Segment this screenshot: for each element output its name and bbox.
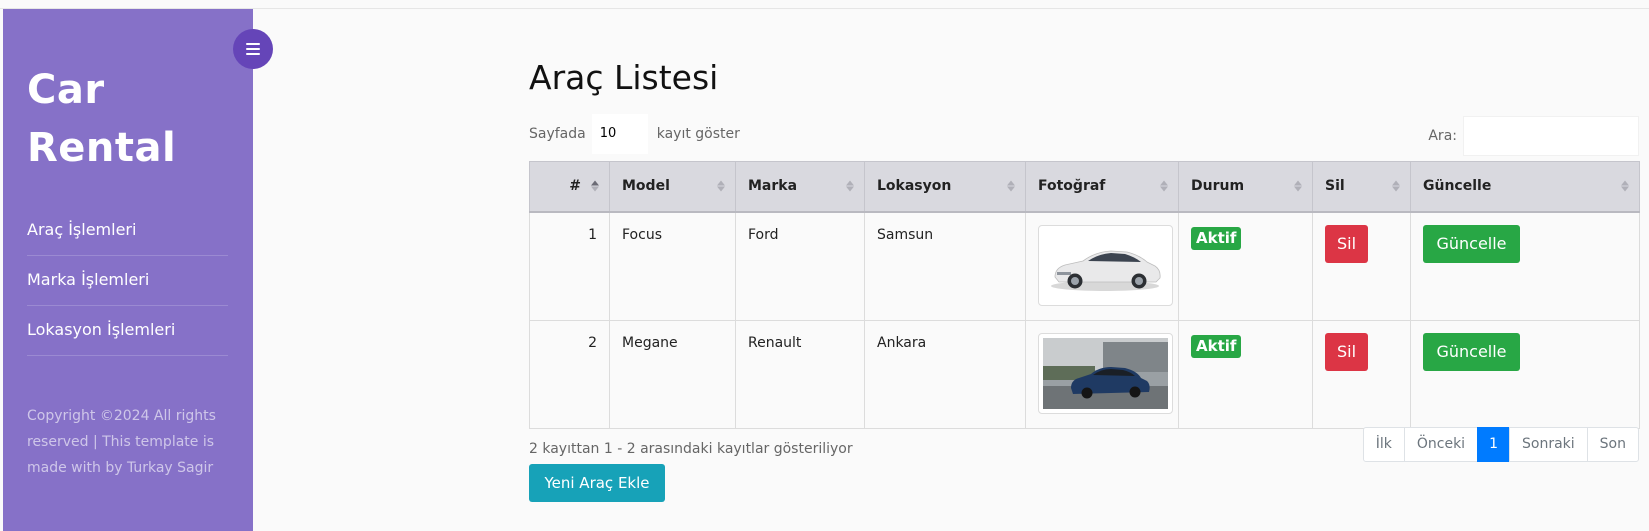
sort-icon bbox=[1392, 180, 1400, 192]
column-header-status[interactable]: Durum bbox=[1178, 161, 1313, 213]
cell-status: Aktif bbox=[1178, 319, 1313, 429]
sort-icon bbox=[1621, 180, 1629, 192]
column-header-delete[interactable]: Sil bbox=[1312, 161, 1411, 213]
cell-delete: Sil bbox=[1312, 319, 1411, 429]
delete-button[interactable]: Sil bbox=[1325, 224, 1368, 263]
table-row: 1 Focus Ford Samsun Aktif Sil Güncelle bbox=[529, 211, 1640, 321]
search-label: Ara: bbox=[1428, 128, 1457, 144]
column-header-location[interactable]: Lokasyon bbox=[864, 161, 1026, 213]
car-photo-white-ford-focus bbox=[1038, 224, 1173, 306]
pagination-next[interactable]: Sonraki bbox=[1509, 427, 1588, 462]
cell-update: Güncelle bbox=[1410, 319, 1640, 429]
cell-update: Güncelle bbox=[1410, 211, 1640, 321]
sidebar-item-arac-islemleri[interactable]: Araç İşlemleri bbox=[27, 206, 228, 256]
update-button[interactable]: Güncelle bbox=[1423, 224, 1520, 263]
status-badge: Aktif bbox=[1191, 334, 1242, 358]
pagination-page-current[interactable]: 1 bbox=[1477, 427, 1510, 462]
pagination-first[interactable]: İlk bbox=[1362, 427, 1405, 462]
column-header-number[interactable]: # bbox=[529, 161, 610, 213]
cell-model: Megane bbox=[609, 319, 736, 429]
sort-icon bbox=[1007, 180, 1015, 192]
column-header-update[interactable]: Güncelle bbox=[1410, 161, 1640, 213]
page-length-select[interactable]: 10 bbox=[591, 114, 648, 154]
cell-status: Aktif bbox=[1178, 211, 1313, 321]
car-photo-blue-renault-megane bbox=[1038, 332, 1173, 414]
cell-brand: Renault bbox=[735, 319, 865, 429]
page-length-suffix: kayıt göster bbox=[656, 126, 740, 142]
sidebar: Car Rental Araç İşlemleri Marka İşlemler… bbox=[3, 9, 253, 531]
page-length-prefix: Sayfada bbox=[529, 126, 586, 142]
brand-logo[interactable]: Car Rental bbox=[27, 61, 228, 177]
cell-model: Focus bbox=[609, 211, 736, 321]
brand-line-2: Rental bbox=[27, 125, 177, 171]
brand-line-1: Car bbox=[27, 67, 105, 113]
column-header-photo[interactable]: Fotoğraf bbox=[1025, 161, 1179, 213]
sidebar-item-marka-islemleri[interactable]: Marka İşlemleri bbox=[27, 256, 228, 306]
table-header-row: # Model Marka Lokasyon Fotoğraf Durum Si… bbox=[529, 161, 1640, 213]
car-table: # Model Marka Lokasyon Fotoğraf Durum Si… bbox=[529, 161, 1640, 429]
search-control: Ara: bbox=[1428, 116, 1639, 156]
sort-icon bbox=[846, 180, 854, 192]
copyright-text: Copyright ©2024 All rights reserved | Th… bbox=[27, 408, 216, 476]
page-title: Araç Listesi bbox=[529, 58, 719, 97]
cell-photo bbox=[1025, 211, 1179, 321]
sort-icon bbox=[1294, 180, 1302, 192]
table-info-text: 2 kayıttan 1 - 2 arasındaki kayıtlar gös… bbox=[529, 441, 853, 457]
sidebar-item-lokasyon-islemleri[interactable]: Lokasyon İşlemleri bbox=[27, 306, 228, 356]
sidebar-toggle-button[interactable] bbox=[233, 29, 273, 69]
cell-number: 1 bbox=[529, 211, 610, 321]
column-header-brand[interactable]: Marka bbox=[735, 161, 865, 213]
cell-brand: Ford bbox=[735, 211, 865, 321]
menu-icon bbox=[246, 43, 260, 55]
cell-photo bbox=[1025, 319, 1179, 429]
add-car-button[interactable]: Yeni Araç Ekle bbox=[529, 464, 665, 502]
sort-icon bbox=[717, 180, 725, 192]
sort-icon bbox=[1160, 180, 1168, 192]
pagination: İlk Önceki 1 Sonraki Son bbox=[1362, 427, 1639, 462]
page-length-control: Sayfada 10 kayıt göster bbox=[529, 114, 740, 154]
pagination-last[interactable]: Son bbox=[1586, 427, 1639, 462]
sort-asc-icon bbox=[591, 180, 599, 192]
search-input[interactable] bbox=[1463, 116, 1639, 156]
status-badge: Aktif bbox=[1191, 226, 1242, 250]
column-header-model[interactable]: Model bbox=[609, 161, 736, 213]
cell-number: 2 bbox=[529, 319, 610, 429]
pagination-previous[interactable]: Önceki bbox=[1403, 427, 1479, 462]
sidebar-nav: Araç İşlemleri Marka İşlemleri Lokasyon … bbox=[27, 206, 228, 356]
table-row: 2 Megane Renault Ankara Aktif Sil Güncel… bbox=[529, 319, 1640, 429]
cell-delete: Sil bbox=[1312, 211, 1411, 321]
delete-button[interactable]: Sil bbox=[1325, 332, 1368, 371]
update-button[interactable]: Güncelle bbox=[1423, 332, 1520, 371]
cell-location: Ankara bbox=[864, 319, 1026, 429]
cell-location: Samsun bbox=[864, 211, 1026, 321]
